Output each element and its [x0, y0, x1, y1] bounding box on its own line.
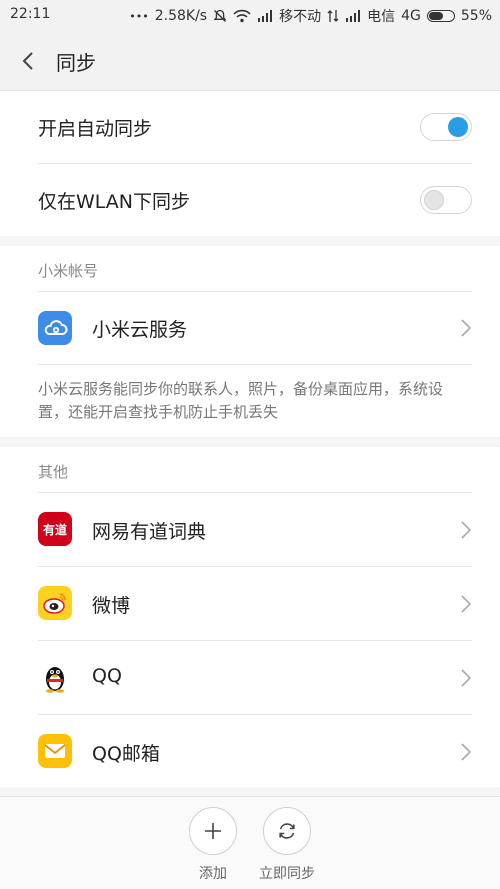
qq-label: QQ	[92, 665, 122, 687]
sync-settings-section: 开启自动同步 仅在WLAN下同步	[0, 91, 500, 236]
wlan-only-label: 仅在WLAN下同步	[38, 191, 191, 213]
chevron-right-icon	[461, 521, 472, 539]
status-time: 22:11	[10, 6, 51, 22]
add-label: 添加	[199, 866, 227, 882]
battery-percent: 55%	[460, 8, 492, 24]
auto-sync-label: 开启自动同步	[38, 118, 153, 140]
page-title: 同步	[56, 51, 96, 75]
qq-penguin-icon	[38, 660, 72, 694]
list-item-qq-mail[interactable]: QQ邮箱	[0, 715, 500, 787]
list-item-weibo[interactable]: 微博	[0, 567, 500, 640]
mi-cloud-row[interactable]: 小米云服务	[0, 292, 500, 364]
chevron-right-icon	[461, 743, 472, 761]
mute-bell-icon	[213, 9, 227, 23]
auto-sync-toggle[interactable]	[420, 113, 472, 141]
back-button[interactable]	[14, 46, 44, 76]
sync-now-label: 立即同步	[259, 866, 315, 882]
signal-icon	[257, 10, 273, 22]
wlan-only-toggle[interactable]	[420, 186, 472, 214]
data-transfer-icon	[327, 9, 339, 23]
signal-icon-2	[345, 10, 361, 22]
plus-icon	[205, 823, 221, 839]
list-item-qq[interactable]: QQ	[0, 641, 500, 714]
wlan-only-row[interactable]: 仅在WLAN下同步	[0, 164, 500, 236]
qq-mail-icon	[38, 734, 72, 768]
carrier-1: 移不动	[279, 9, 322, 25]
status-indicators: ••• 2.58K/s 移不动 电信 4G 55%	[129, 6, 492, 26]
header: 同步	[0, 30, 500, 91]
network-type: 4G	[401, 8, 421, 24]
sync-now-button[interactable]	[263, 807, 311, 855]
add-button[interactable]	[189, 807, 237, 855]
youdao-dictionary-icon: 有道	[38, 512, 72, 546]
auto-sync-row[interactable]: 开启自动同步	[0, 91, 500, 163]
mi-cloud-label: 小米云服务	[92, 319, 188, 341]
chevron-right-icon	[461, 319, 472, 337]
others-section: 其他 有道 网易有道词典 微博 QQ QQ邮箱	[0, 447, 500, 787]
weibo-label: 微博	[92, 595, 131, 617]
weibo-icon	[38, 586, 72, 620]
mi-account-section: 小米帐号 小米云服务 小米云服务能同步你的联系人，照片，备份桌面应用，系统设置，…	[0, 246, 500, 437]
bottom-action-bar: 添加 立即同步	[0, 796, 500, 889]
chevron-right-icon	[461, 669, 472, 687]
carrier-2: 电信	[367, 9, 396, 25]
others-heading: 其他	[38, 463, 69, 481]
network-speed: 2.58K/s	[154, 8, 208, 24]
qq-mail-label: QQ邮箱	[92, 743, 160, 765]
status-dots: •••	[129, 9, 149, 23]
battery-icon	[426, 10, 455, 22]
cloud-icon	[38, 311, 72, 345]
list-item-youdao[interactable]: 有道 网易有道词典	[0, 493, 500, 566]
divider	[38, 364, 472, 365]
refresh-icon	[279, 823, 295, 839]
wifi-icon	[233, 9, 251, 23]
status-bar: 22:11 ••• 2.58K/s 移不动 电信 4G 55%	[0, 0, 500, 30]
mi-account-heading: 小米帐号	[38, 262, 99, 280]
youdao-icon-text: 有道	[42, 522, 67, 537]
mi-cloud-description: 小米云服务能同步你的联系人，照片，备份桌面应用，系统设置，还能开启查找手机防止手…	[38, 380, 444, 421]
chevron-left-icon	[22, 52, 33, 70]
chevron-right-icon	[461, 595, 472, 613]
youdao-label: 网易有道词典	[92, 521, 207, 543]
